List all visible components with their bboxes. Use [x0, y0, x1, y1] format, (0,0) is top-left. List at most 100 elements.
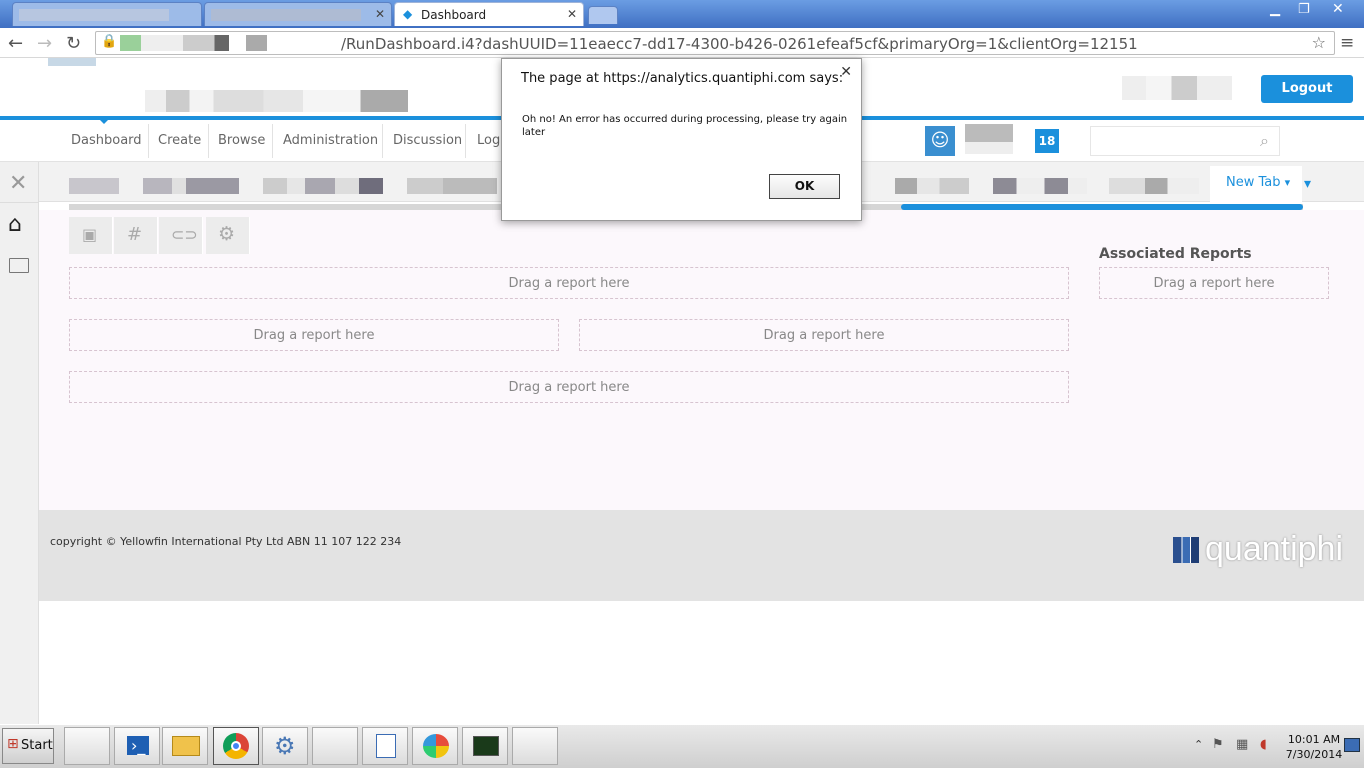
yellowfin-favicon-icon: ◆ — [403, 7, 413, 21]
new-browser-tab-button[interactable] — [588, 6, 618, 24]
quantiphi-logo-mark — [1173, 537, 1199, 563]
nav-item-browse[interactable]: Browse — [218, 133, 265, 148]
report-drop-zone[interactable]: Drag a report here — [69, 267, 1069, 299]
close-tab-icon[interactable]: ✕ — [375, 7, 385, 21]
network-icon[interactable]: ▦ — [1236, 737, 1248, 752]
bookmark-star-icon[interactable]: ☆ — [1312, 33, 1326, 52]
sidebar-divider — [0, 202, 39, 203]
system-clock[interactable]: 10:01 AM 7/30/2014 — [1284, 732, 1344, 762]
reload-icon[interactable]: ↻ — [66, 33, 81, 54]
nav-item-create[interactable]: Create — [158, 133, 201, 148]
nav-divider — [272, 124, 273, 158]
link-button[interactable]: ⊂⊃ — [159, 217, 203, 254]
blurred-tab-title — [211, 9, 361, 21]
report-drop-zone[interactable]: Drag a report here — [69, 371, 1069, 403]
nav-item-dashboard[interactable]: Dashboard — [71, 133, 142, 148]
browser-menu-icon[interactable]: ≡ — [1340, 33, 1354, 53]
link-icon: ⊂⊃ — [171, 225, 198, 244]
search-input[interactable]: ⌕ — [1090, 126, 1280, 156]
blurred-dashboard-tab[interactable] — [263, 178, 383, 194]
page-footer — [39, 510, 1364, 601]
monitor-glyph — [473, 736, 499, 756]
nav-divider — [465, 124, 466, 158]
show-hidden-icons-chevron-icon[interactable]: ⌃ — [1194, 738, 1203, 751]
blurred-dashboard-tab[interactable] — [407, 178, 497, 194]
blurred-user-name — [1122, 76, 1232, 100]
task-manager-icon[interactable] — [462, 727, 508, 765]
action-center-flag-icon[interactable]: ⚑ — [1212, 737, 1224, 752]
wordpad-icon[interactable] — [362, 727, 408, 765]
powershell-icon[interactable]: ›_ — [114, 727, 160, 765]
new-tab[interactable]: New Tab ▾ — [1210, 166, 1302, 202]
settings-app-icon[interactable]: ⚙ — [262, 727, 308, 765]
blurred-dashboard-tab[interactable] — [895, 178, 969, 194]
nav-item-discussion[interactable]: Discussion — [393, 133, 462, 148]
alert-dialog: The page at https://analytics.quantiphi.… — [501, 58, 862, 221]
home-icon[interactable]: ⌂ — [8, 212, 22, 237]
dialog-ok-button[interactable]: OK — [769, 174, 840, 199]
folder-glyph — [172, 736, 200, 756]
browser-tab-title: Dashboard — [421, 8, 487, 22]
start-button[interactable]: ⊞ Start — [2, 728, 54, 764]
window-close-icon[interactable]: ✕ — [1332, 1, 1344, 17]
volume-muted-icon[interactable]: ◖ — [1260, 737, 1267, 752]
save-dashboard-button[interactable]: ▣ — [69, 217, 113, 254]
chrome-icon[interactable] — [213, 727, 259, 765]
blurred-dashboard-tab[interactable] — [1109, 178, 1199, 194]
dialog-close-icon[interactable]: ✕ — [840, 64, 852, 80]
tools-icon[interactable] — [312, 727, 358, 765]
browser-tab[interactable] — [12, 2, 202, 26]
url-text: /RunDashboard.i4?dashUUID=11eaecc7-dd17-… — [341, 35, 1138, 53]
notifications-badge[interactable]: 18 — [1035, 129, 1059, 153]
left-sidebar: ✕ ⌂ — [0, 162, 39, 724]
save-icon: ▣ — [82, 225, 98, 244]
start-label: Start — [21, 738, 53, 753]
browser-tab-active[interactable]: ◆ Dashboard ✕ — [394, 2, 584, 26]
server-manager-icon[interactable] — [64, 727, 110, 765]
nav-item-logs[interactable]: Log — [477, 133, 500, 148]
powershell-glyph: ›_ — [127, 736, 150, 755]
folder-icon[interactable] — [9, 258, 29, 273]
clock-date: 7/30/2014 — [1285, 748, 1343, 761]
show-desktop-icon[interactable] — [1344, 738, 1360, 752]
paint-icon[interactable] — [412, 727, 458, 765]
blurred-tab-title — [19, 9, 169, 21]
lock-icon: 🔒 — [101, 34, 118, 49]
layout-button[interactable]: # — [114, 217, 158, 254]
nav-divider — [382, 124, 383, 158]
close-tab-icon[interactable]: ✕ — [567, 7, 577, 21]
new-tab-label: New Tab — [1226, 175, 1281, 190]
forward-icon[interactable]: → — [37, 33, 52, 54]
settings-button[interactable]: ⚙ — [206, 217, 250, 254]
close-icon[interactable]: ✕ — [9, 171, 27, 196]
blurred-dashboard-tab[interactable] — [993, 178, 1087, 194]
user-avatar[interactable]: ☺ — [925, 126, 955, 156]
browser-tab[interactable]: ✕ — [204, 2, 392, 26]
active-nav-indicator — [98, 118, 110, 124]
address-bar[interactable]: 🔒 /RunDashboard.i4?dashUUID=11eaecc7-dd1… — [95, 31, 1335, 55]
dialog-title: The page at https://analytics.quantiphi.… — [521, 71, 844, 86]
back-icon[interactable]: ← — [8, 33, 23, 54]
associated-report-drop-zone[interactable]: Drag a report here — [1099, 267, 1329, 299]
logout-button[interactable]: Logout — [1261, 75, 1353, 103]
chrome-center-glyph — [231, 741, 241, 751]
search-icon[interactable]: ⌕ — [1260, 131, 1269, 151]
report-drop-zone[interactable]: Drag a report here — [579, 319, 1069, 351]
nav-item-administration[interactable]: Administration — [283, 133, 378, 148]
window-minimize-icon[interactable]: ▁ — [1270, 2, 1280, 17]
grid-icon: # — [127, 224, 143, 245]
gear-icon: ⚙ — [218, 223, 236, 245]
report-drop-zone[interactable]: Drag a report here — [69, 319, 559, 351]
clock-time: 10:01 AM — [1287, 733, 1341, 746]
window-restore-icon[interactable]: ❐ — [1298, 2, 1310, 17]
tab-overflow-chevron-icon[interactable]: ▾ — [1304, 176, 1311, 192]
gear-glyph: ⚙ — [274, 732, 296, 760]
blurred-dashboard-tab[interactable] — [69, 178, 119, 194]
snipping-tool-icon[interactable] — [512, 727, 558, 765]
blurred-dashboard-tab[interactable] — [143, 178, 239, 194]
dialog-message: Oh no! An error has occurred during proc… — [522, 114, 848, 138]
document-glyph — [376, 734, 396, 758]
file-explorer-icon[interactable] — [162, 727, 208, 765]
copyright-text: copyright © Yellowfin International Pty … — [50, 535, 402, 548]
chevron-down-icon: ▾ — [1284, 176, 1291, 189]
